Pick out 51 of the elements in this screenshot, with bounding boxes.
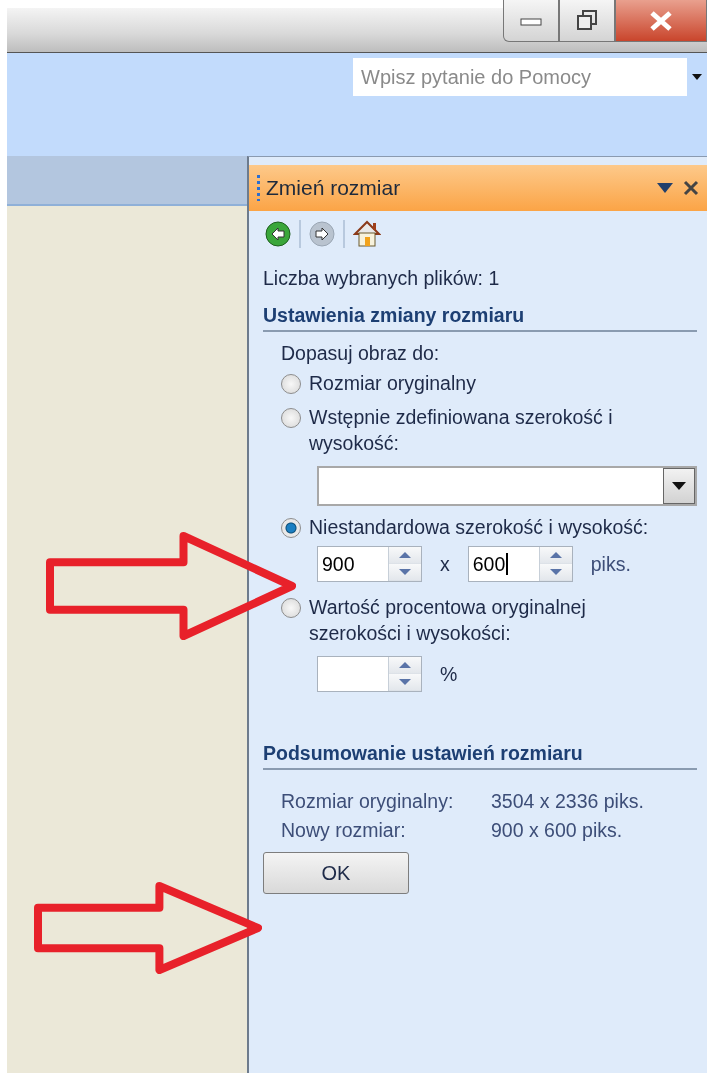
up-triangle-icon (399, 662, 411, 668)
back-button[interactable] (265, 221, 291, 247)
spin-down-button[interactable] (539, 564, 572, 581)
fit-label: Dopasuj obraz do: (281, 341, 441, 366)
option-label: Wartość procentowa oryginalnej szerokości i wysokości: (309, 595, 587, 646)
summary-label: Rozmiar oryginalny: (281, 790, 455, 813)
width-field[interactable]: 900 (317, 546, 422, 582)
up-triangle-icon (549, 552, 562, 558)
caret-icon (672, 482, 686, 490)
spin-up-button[interactable] (539, 547, 572, 564)
home-button[interactable] (353, 220, 381, 248)
summary-value: 900 x 600 piks. (491, 819, 624, 842)
separator-label: x (440, 552, 450, 576)
close-icon (649, 10, 673, 31)
option-label: Niestandardowa szerokość i wysokość: (309, 515, 649, 540)
summary-value: 3504 x 2336 piks. (491, 790, 645, 813)
summary-label: Nowy rozmiar: (281, 819, 407, 842)
radio-button[interactable] (281, 598, 301, 618)
percent-field[interactable] (317, 656, 422, 692)
minimize-icon (520, 15, 542, 26)
height-field[interactable]: 600 (467, 546, 573, 582)
close-button[interactable] (615, 0, 707, 42)
radio-button[interactable] (281, 518, 301, 538)
section-heading: Podsumowanie ustawień rozmiaru (263, 742, 697, 770)
ok-button[interactable]: OK (263, 852, 409, 894)
spin-up-button[interactable] (389, 547, 421, 564)
caret-icon (692, 74, 702, 80)
restore-icon (576, 9, 598, 32)
down-triangle-icon (399, 569, 411, 575)
file-count: Liczba wybranych plików: 1 (263, 267, 501, 290)
down-triangle-icon (399, 679, 411, 685)
section-heading: Ustawienia zmiany rozmiaru (263, 304, 697, 332)
down-triangle-icon (549, 569, 562, 575)
spin-up-button[interactable] (389, 657, 421, 674)
minimize-button[interactable] (503, 0, 559, 42)
radio-button[interactable] (281, 408, 301, 428)
restore-button[interactable] (559, 0, 615, 42)
radio-button[interactable] (281, 374, 301, 394)
pane-title: Zmień rozmiar (266, 176, 402, 200)
pane-menu-button[interactable] (655, 181, 675, 195)
dropdown-button[interactable] (663, 468, 695, 504)
spin-down-button[interactable] (389, 564, 421, 581)
help-search-field[interactable]: Wpisz pytanie do Pomocy (353, 58, 687, 96)
grip-icon[interactable] (257, 175, 260, 201)
option-label: Rozmiar oryginalny (309, 371, 476, 396)
unit-label: % (440, 662, 458, 686)
close-icon[interactable] (681, 178, 701, 198)
spin-down-button[interactable] (389, 674, 421, 691)
option-label: Wstępnie zdefiniowana szerokość i wysokość: (309, 405, 614, 456)
up-triangle-icon (399, 552, 411, 558)
unit-label: piks. (590, 552, 631, 576)
